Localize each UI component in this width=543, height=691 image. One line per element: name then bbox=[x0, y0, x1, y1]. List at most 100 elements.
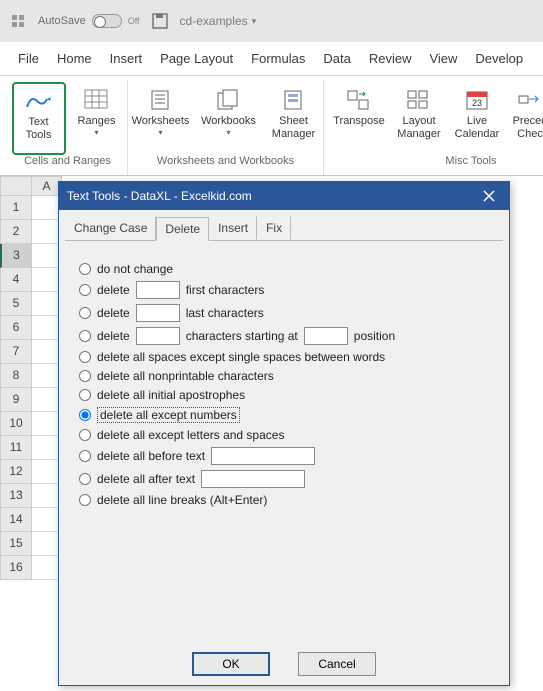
radio-delete-before-text[interactable] bbox=[79, 450, 91, 462]
sheet-manager-button[interactable]: Sheet Manager bbox=[265, 82, 323, 155]
row-header[interactable]: 12 bbox=[0, 460, 32, 484]
radio-delete-line-breaks[interactable] bbox=[79, 494, 91, 506]
cancel-button[interactable]: Cancel bbox=[298, 652, 376, 676]
chevron-down-icon: ▾ bbox=[252, 16, 257, 27]
close-icon[interactable] bbox=[477, 186, 501, 206]
chevron-down-icon: ▾ bbox=[226, 128, 230, 137]
menu-developer[interactable]: Develop bbox=[475, 51, 523, 66]
menu-insert[interactable]: Insert bbox=[110, 51, 143, 66]
dialog-tabs: Change Case Delete Insert Fix bbox=[59, 210, 509, 240]
option-delete-nonprintable[interactable]: delete all nonprintable characters bbox=[79, 369, 489, 383]
row-header[interactable]: 16 bbox=[0, 556, 32, 580]
precedents-check-button[interactable]: Preced Chec bbox=[508, 82, 543, 155]
layout-manager-icon bbox=[405, 87, 433, 113]
row-header[interactable]: 9 bbox=[0, 388, 32, 412]
option-delete-line-breaks[interactable]: delete all line breaks (Alt+Enter) bbox=[79, 493, 489, 507]
option-delete-first[interactable]: deletefirst characters bbox=[79, 281, 489, 299]
tab-delete[interactable]: Delete bbox=[156, 217, 209, 241]
save-icon[interactable] bbox=[152, 13, 168, 29]
workbooks-icon bbox=[215, 87, 243, 113]
count-chars-input[interactable] bbox=[136, 327, 180, 345]
transpose-icon bbox=[345, 87, 373, 113]
menu-review[interactable]: Review bbox=[369, 51, 412, 66]
dialog-title: Text Tools - DataXL - Excelkid.com bbox=[67, 189, 252, 203]
precedents-icon bbox=[516, 87, 543, 113]
text-tools-button[interactable]: Text Tools bbox=[12, 82, 66, 155]
radio-do-not-change[interactable] bbox=[79, 263, 91, 275]
radio-delete-starting[interactable] bbox=[79, 330, 91, 342]
row-header[interactable]: 11 bbox=[0, 436, 32, 460]
last-chars-input[interactable] bbox=[136, 304, 180, 322]
ribbon: Text Tools Ranges▾ Cells and Ranges Work… bbox=[0, 76, 543, 176]
radio-delete-except-letters[interactable] bbox=[79, 429, 91, 441]
radio-delete-except-numbers[interactable] bbox=[79, 409, 91, 421]
option-delete-last[interactable]: deletelast characters bbox=[79, 304, 489, 322]
option-do-not-change[interactable]: do not change bbox=[79, 262, 489, 276]
option-delete-apostrophes[interactable]: delete all initial apostrophes bbox=[79, 388, 489, 402]
radio-delete-after-text[interactable] bbox=[79, 473, 91, 485]
dialog-body: do not change deletefirst characters del… bbox=[65, 240, 503, 640]
autosave-toggle[interactable]: AutoSave Off bbox=[38, 14, 140, 28]
radio-delete-apostrophes[interactable] bbox=[79, 389, 91, 401]
row-header[interactable]: 5 bbox=[0, 292, 32, 316]
row-header[interactable]: 7 bbox=[0, 340, 32, 364]
document-name[interactable]: cd-examples ▾ bbox=[180, 14, 257, 28]
chevron-down-icon: ▾ bbox=[94, 128, 98, 137]
select-all-corner[interactable] bbox=[0, 176, 32, 196]
menu-view[interactable]: View bbox=[429, 51, 457, 66]
row-header[interactable]: 3 bbox=[0, 244, 32, 268]
radio-delete-last[interactable] bbox=[79, 307, 91, 319]
option-delete-spaces[interactable]: delete all spaces except single spaces b… bbox=[79, 350, 489, 364]
ranges-icon bbox=[83, 87, 111, 113]
tab-fix[interactable]: Fix bbox=[257, 216, 291, 240]
row-header[interactable]: 8 bbox=[0, 364, 32, 388]
menu-data[interactable]: Data bbox=[323, 51, 350, 66]
calendar-icon: 23 bbox=[463, 87, 491, 113]
option-delete-after-text[interactable]: delete all after text bbox=[79, 470, 489, 488]
excel-icon bbox=[10, 13, 26, 29]
group-worksheets-workbooks: Worksheets and Workbooks bbox=[157, 155, 294, 173]
radio-delete-first[interactable] bbox=[79, 284, 91, 296]
row-header[interactable]: 10 bbox=[0, 412, 32, 436]
layout-manager-button[interactable]: Layout Manager bbox=[392, 82, 446, 155]
position-input[interactable] bbox=[304, 327, 348, 345]
option-delete-except-letters[interactable]: delete all except letters and spaces bbox=[79, 428, 489, 442]
autosave-state: Off bbox=[128, 16, 140, 26]
row-header[interactable]: 13 bbox=[0, 484, 32, 508]
text-tools-icon bbox=[25, 88, 53, 114]
row-header[interactable]: 1 bbox=[0, 196, 32, 220]
menubar: File Home Insert Page Layout Formulas Da… bbox=[0, 42, 543, 76]
group-misc-tools: Misc Tools bbox=[385, 155, 496, 173]
row-header[interactable]: 14 bbox=[0, 508, 32, 532]
live-calendar-button[interactable]: 23 Live Calendar bbox=[450, 82, 504, 155]
before-text-input[interactable] bbox=[211, 447, 315, 465]
worksheets-button[interactable]: Worksheets▾ bbox=[129, 82, 193, 155]
ok-button[interactable]: OK bbox=[192, 652, 270, 676]
menu-file[interactable]: File bbox=[18, 51, 39, 66]
tab-insert[interactable]: Insert bbox=[209, 216, 257, 240]
tab-change-case[interactable]: Change Case bbox=[65, 216, 156, 240]
toggle-off-icon bbox=[92, 14, 122, 28]
row-header[interactable]: 4 bbox=[0, 268, 32, 292]
workbooks-button[interactable]: Workbooks▾ bbox=[197, 82, 261, 155]
menu-page-layout[interactable]: Page Layout bbox=[160, 51, 233, 66]
row-header[interactable]: 6 bbox=[0, 316, 32, 340]
menu-formulas[interactable]: Formulas bbox=[251, 51, 305, 66]
sheet-manager-icon bbox=[280, 87, 308, 113]
after-text-input[interactable] bbox=[201, 470, 305, 488]
transpose-button[interactable]: Transpose bbox=[330, 82, 388, 155]
option-delete-except-numbers[interactable]: delete all except numbers bbox=[79, 407, 489, 423]
dialog-buttons: OK Cancel bbox=[59, 640, 509, 676]
option-delete-starting[interactable]: deletecharacters starting atposition bbox=[79, 327, 489, 345]
dialog-titlebar[interactable]: Text Tools - DataXL - Excelkid.com bbox=[59, 182, 509, 210]
first-chars-input[interactable] bbox=[136, 281, 180, 299]
menu-home[interactable]: Home bbox=[57, 51, 92, 66]
radio-delete-spaces[interactable] bbox=[79, 351, 91, 363]
autosave-label: AutoSave bbox=[38, 15, 86, 27]
chevron-down-icon: ▾ bbox=[158, 128, 162, 137]
option-delete-before-text[interactable]: delete all before text bbox=[79, 447, 489, 465]
row-header[interactable]: 15 bbox=[0, 532, 32, 556]
row-header[interactable]: 2 bbox=[0, 220, 32, 244]
radio-delete-nonprintable[interactable] bbox=[79, 370, 91, 382]
ranges-button[interactable]: Ranges▾ bbox=[70, 82, 124, 155]
